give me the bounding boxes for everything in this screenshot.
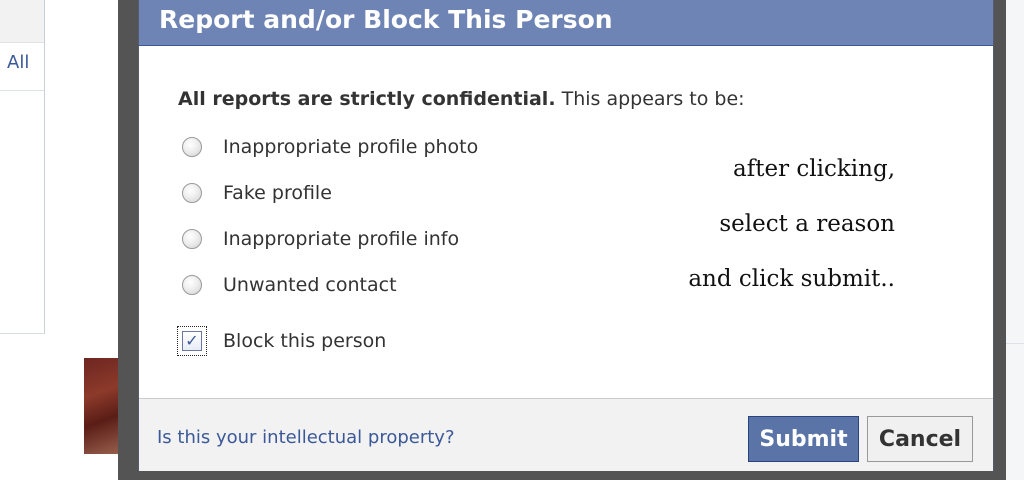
report-block-dialog: Report and/or Block This Person All repo…: [138, 0, 994, 471]
checkbox-focus-ring: ✓: [177, 326, 207, 356]
all-link[interactable]: All: [7, 52, 29, 73]
annotation-line-1: after clicking,: [733, 156, 895, 182]
option-label: Fake profile: [223, 182, 332, 204]
intro-text: All reports are strictly confidential. T…: [178, 88, 745, 110]
option-label: Inappropriate profile photo: [223, 136, 479, 158]
dialog-body: All reports are strictly confidential. T…: [139, 46, 993, 398]
divider: [0, 90, 44, 91]
submit-button[interactable]: Submit: [748, 416, 859, 462]
reason-option-profile-info[interactable]: Inappropriate profile info: [182, 224, 459, 254]
annotation-line-2: select a reason: [719, 211, 895, 237]
dialog-title: Report and/or Block This Person: [139, 0, 993, 46]
radio-button[interactable]: [182, 183, 202, 203]
block-checkbox[interactable]: ✓: [182, 331, 202, 351]
appears-to-be-text: This appears to be:: [555, 88, 745, 110]
block-checkbox-label: Block this person: [223, 330, 387, 352]
block-person-option[interactable]: ✓ Block this person: [177, 326, 387, 356]
option-label: Unwanted contact: [223, 274, 397, 296]
radio-button[interactable]: [182, 275, 202, 295]
left-panel: All: [0, 0, 45, 334]
dialog-footer: Is this your intellectual property? Subm…: [139, 398, 993, 471]
left-panel-header: [0, 0, 44, 43]
radio-button[interactable]: [182, 229, 202, 249]
checkmark-icon: ✓: [185, 331, 199, 350]
cancel-button[interactable]: Cancel: [867, 416, 973, 462]
radio-button[interactable]: [182, 137, 202, 157]
annotation-line-3: and click submit..: [688, 266, 895, 292]
reason-option-profile-photo[interactable]: Inappropriate profile photo: [182, 132, 478, 162]
reason-option-unwanted-contact[interactable]: Unwanted contact: [182, 270, 397, 300]
reason-option-fake-profile[interactable]: Fake profile: [182, 178, 332, 208]
intellectual-property-link[interactable]: Is this your intellectual property?: [157, 427, 455, 448]
option-label: Inappropriate profile info: [223, 228, 460, 250]
confidential-text: All reports are strictly confidential.: [178, 88, 556, 110]
